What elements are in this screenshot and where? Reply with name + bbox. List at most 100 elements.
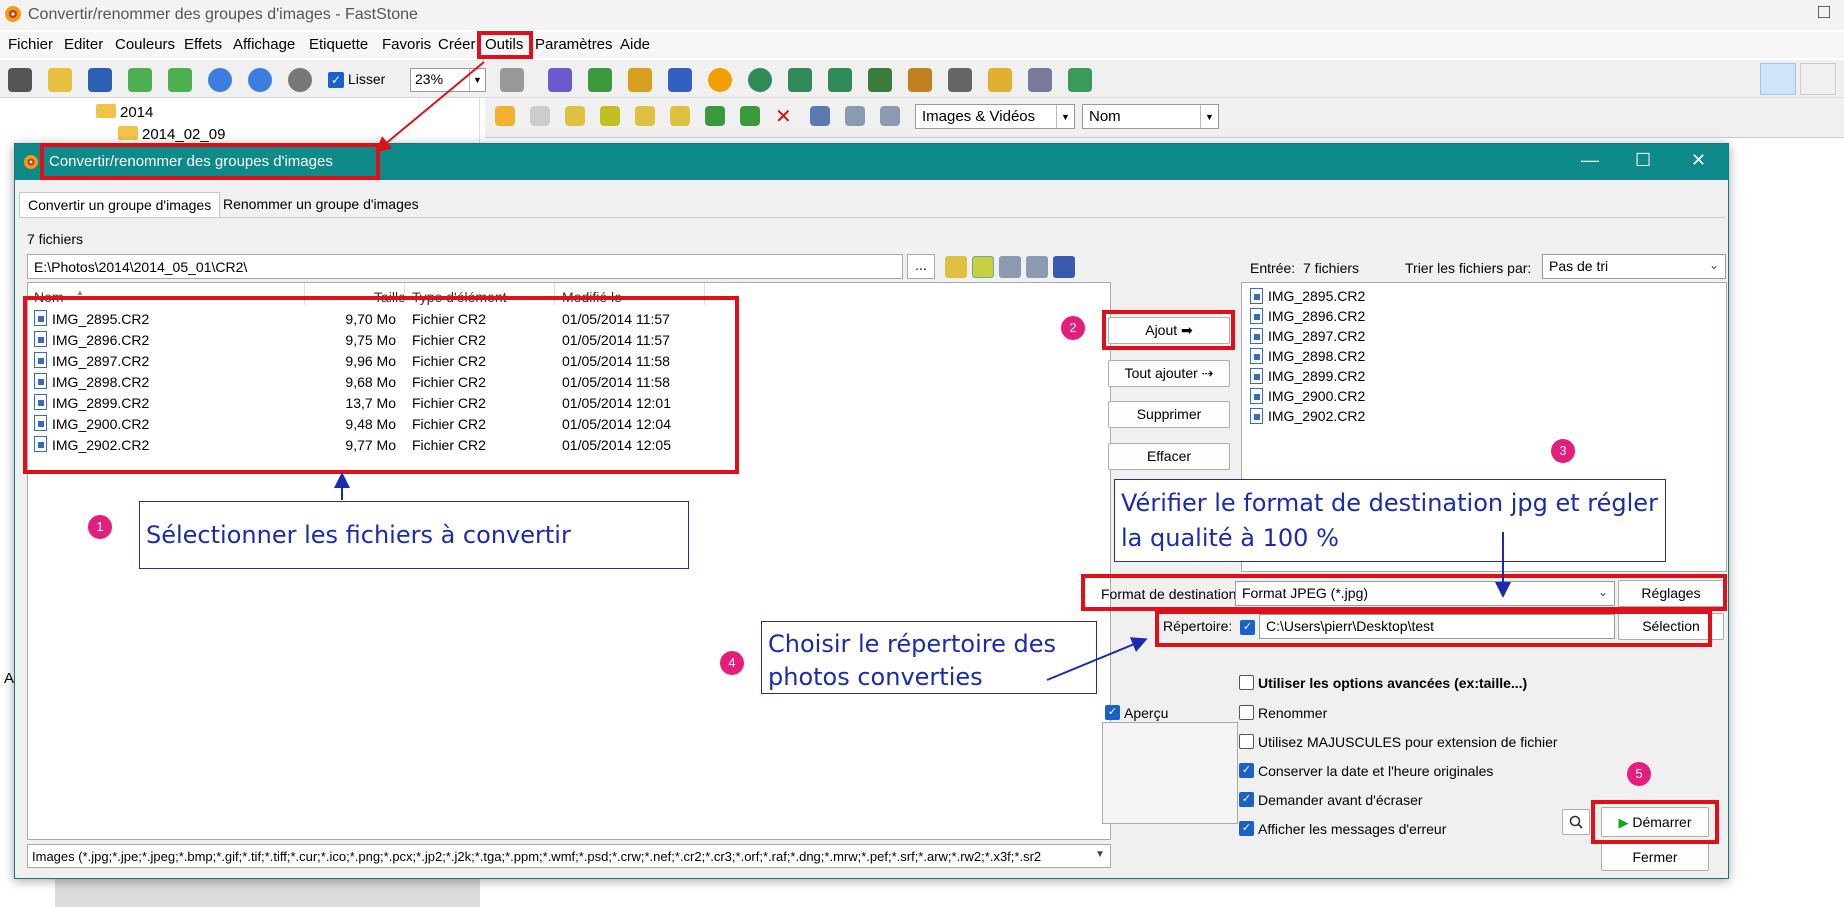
view-thumbnails-icon[interactable]	[810, 106, 830, 126]
clear-button[interactable]: Effacer	[1108, 443, 1230, 470]
new-folder-icon[interactable]	[670, 106, 690, 126]
menu-affichage[interactable]: Affichage	[233, 36, 295, 53]
preview-checkbox[interactable]: ✓	[1105, 705, 1120, 720]
menu-aide[interactable]: Aide	[620, 36, 650, 53]
flip-icon[interactable]	[868, 68, 892, 92]
back-arrow-icon[interactable]	[495, 106, 515, 126]
up-folder-icon[interactable]	[565, 106, 585, 126]
chevron-down-icon: ▼	[1200, 105, 1218, 128]
sort-select[interactable]: Nom ▼	[1082, 104, 1219, 129]
keep-date-checkbox[interactable]: ✓	[1239, 763, 1254, 778]
menu-parametres[interactable]: Paramètres	[535, 36, 613, 53]
save-icon[interactable]	[88, 68, 112, 92]
close-icon[interactable]: ✕	[1691, 150, 1706, 171]
menu-editer[interactable]: Editer	[64, 36, 103, 53]
view-list-icon[interactable]	[1026, 256, 1048, 278]
tab-convert[interactable]: Convertir un groupe d'images	[19, 192, 221, 218]
checklist-icon[interactable]	[1068, 68, 1092, 92]
preview-search-button[interactable]	[1562, 809, 1590, 835]
up-folder-icon[interactable]	[945, 256, 967, 278]
menu-couleurs[interactable]: Couleurs	[115, 36, 175, 53]
cr2-file-icon	[1250, 368, 1263, 384]
ask-overwrite-label: Demander avant d'écraser	[1258, 792, 1423, 808]
actual-size-icon[interactable]	[288, 68, 312, 92]
advanced-options-checkbox[interactable]	[1239, 675, 1254, 690]
menu-fichier[interactable]: Fichier	[8, 36, 53, 53]
menu-effets[interactable]: Effets	[184, 36, 222, 53]
view-details-icon[interactable]	[845, 106, 865, 126]
copy-to-icon[interactable]	[705, 106, 725, 126]
browse-button[interactable]: ...	[907, 254, 935, 279]
compare-icon[interactable]	[908, 68, 932, 92]
view-thumbnails-icon[interactable]	[1053, 256, 1075, 278]
file-type-filter-select[interactable]: Images (*.jpg;*.jpe;*.jpeg;*.bmp;*.gif;*…	[27, 844, 1111, 868]
zoom-out-icon[interactable]	[248, 68, 272, 92]
camera-icon[interactable]	[8, 68, 32, 92]
faststone-logo-icon	[24, 155, 38, 169]
cr2-file-icon	[1250, 328, 1263, 344]
zoom-value: 23%	[415, 71, 444, 87]
lisser-checkbox[interactable]: ✓	[328, 72, 344, 88]
open-folder-icon[interactable]	[48, 68, 72, 92]
layout-thumbnails-button[interactable]	[1760, 63, 1796, 95]
view-details-icon[interactable]	[999, 256, 1021, 278]
annotation-box-dialog-title	[40, 143, 380, 180]
uppercase-ext-checkbox[interactable]	[1239, 734, 1254, 749]
app-title: Convertir/renommer des groupes d'images …	[28, 6, 418, 23]
zoom-in-icon[interactable]	[208, 68, 232, 92]
color-balance-icon[interactable]	[668, 68, 692, 92]
refresh-icon[interactable]	[972, 256, 994, 278]
remove-button[interactable]: Supprimer	[1108, 401, 1230, 428]
menu-etiquette[interactable]: Etiquette	[309, 36, 368, 53]
previous-icon[interactable]	[128, 68, 152, 92]
hand-tool-icon[interactable]	[500, 68, 524, 92]
email-icon[interactable]	[988, 68, 1012, 92]
zoom-select[interactable]: 23% ▼	[410, 68, 486, 92]
show-errors-checkbox[interactable]: ✓	[1239, 821, 1254, 836]
menu-creer[interactable]: Créer	[438, 36, 476, 53]
menu-favoris[interactable]: Favoris	[382, 36, 431, 53]
view-list-icon[interactable]	[880, 106, 900, 126]
slideshow-icon[interactable]	[548, 68, 572, 92]
filter-select[interactable]: Images & Vidéos ▼	[915, 104, 1075, 129]
move-to-icon[interactable]	[740, 106, 760, 126]
path-input[interactable]: E:\Photos\2014\2014_05_01\CR2\	[27, 254, 903, 279]
close-button[interactable]: Fermer	[1601, 843, 1709, 871]
maximize-icon[interactable]: ☐	[1635, 150, 1651, 171]
cr2-file-icon	[1250, 288, 1263, 304]
forward-arrow-icon[interactable]	[530, 106, 550, 126]
crop-icon[interactable]	[588, 68, 612, 92]
resize-icon[interactable]	[628, 68, 652, 92]
chevron-down-icon: ▼	[1056, 105, 1074, 128]
print-icon[interactable]	[1028, 68, 1052, 92]
refresh-icon[interactable]	[600, 106, 620, 126]
input-label: Entrée:	[1250, 260, 1296, 276]
sort-files-select[interactable]: Pas de tri ⌄	[1542, 254, 1726, 279]
sort-by-label: Trier les fichiers par:	[1405, 260, 1532, 276]
ask-overwrite-checkbox[interactable]: ✓	[1239, 792, 1254, 807]
annotation-box-start	[1591, 800, 1719, 844]
folder-icon	[118, 126, 138, 140]
rotate-left-icon[interactable]	[788, 68, 812, 92]
next-icon[interactable]	[168, 68, 192, 92]
rename-label: Renommer	[1258, 705, 1328, 721]
annotation-badge-2: 2	[1061, 316, 1085, 340]
tree-folder-2014[interactable]: 2014	[120, 104, 153, 121]
menu-bar: Fichier Editer Couleurs Effets Affichage…	[0, 32, 1844, 58]
brightness-icon[interactable]	[708, 68, 732, 92]
rename-checkbox[interactable]	[1239, 705, 1254, 720]
tab-rename[interactable]: Renommer un groupe d'images	[215, 192, 427, 218]
sort-files-value: Pas de tri	[1549, 258, 1609, 274]
minimize-icon[interactable]: —	[1581, 150, 1599, 171]
red-eye-icon[interactable]	[748, 68, 772, 92]
side-panel-letter: A	[4, 670, 15, 687]
scanner-icon[interactable]	[948, 68, 972, 92]
tree-folder-2014-02-09[interactable]: 2014_02_09	[142, 126, 225, 143]
favorite-icon[interactable]	[635, 106, 655, 126]
delete-icon[interactable]: ✕	[775, 104, 792, 129]
maximize-icon[interactable]	[1818, 6, 1830, 18]
add-all-button[interactable]: Tout ajouter ⇢	[1108, 360, 1230, 387]
annotation-box-file-list	[23, 296, 739, 474]
rotate-right-icon[interactable]	[828, 68, 852, 92]
layout-list-button[interactable]	[1800, 63, 1836, 95]
